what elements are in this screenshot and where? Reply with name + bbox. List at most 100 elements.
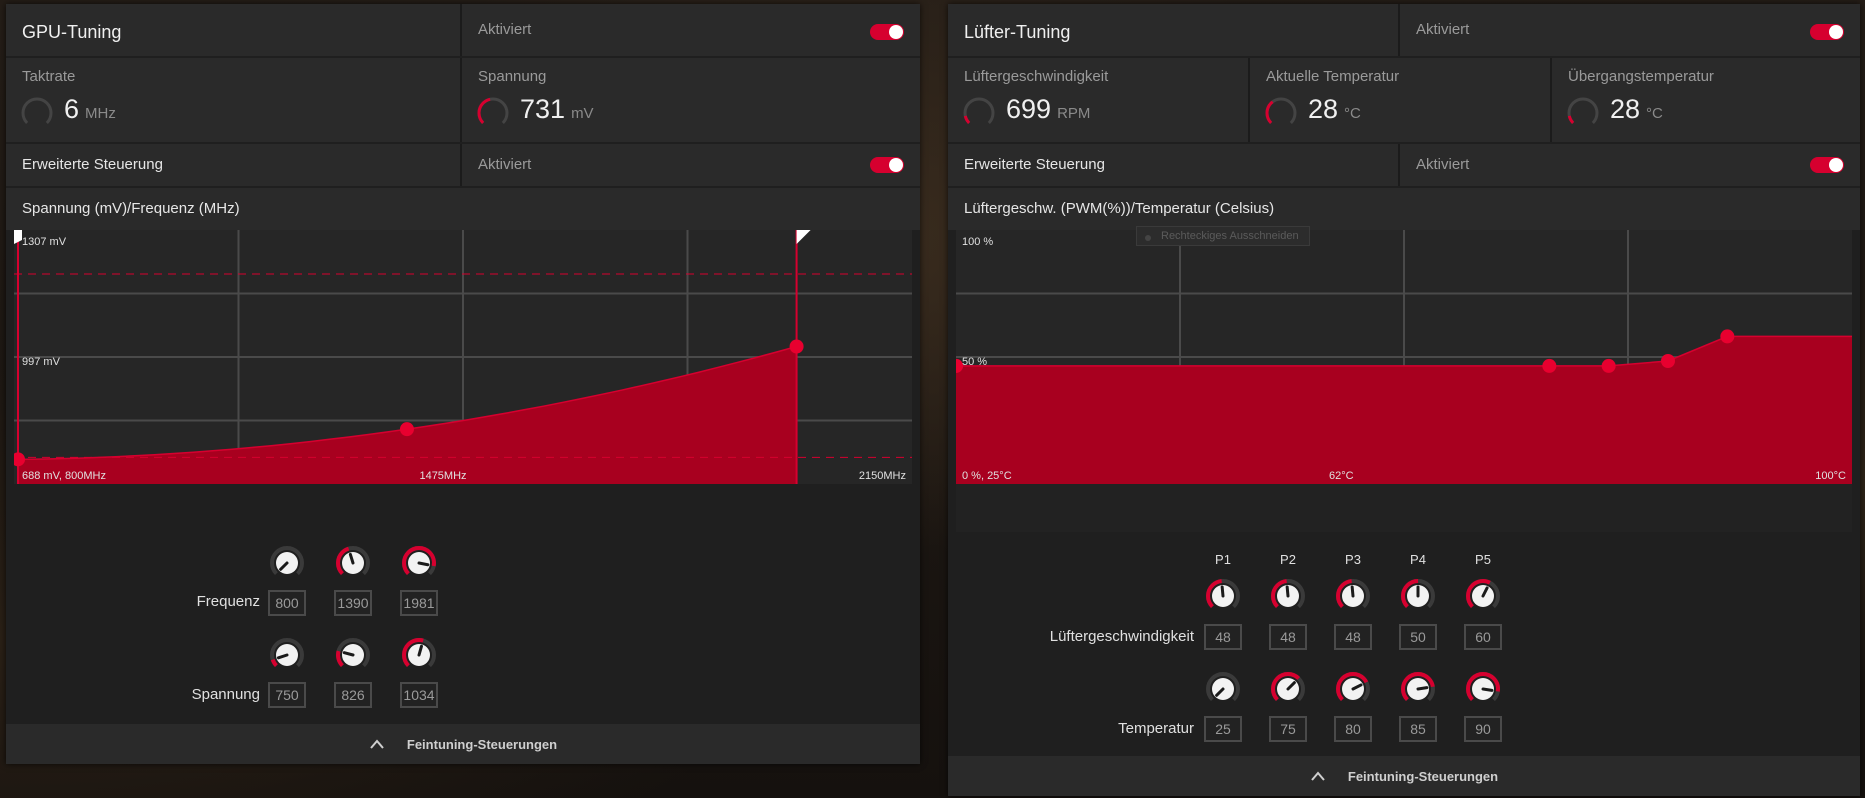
fan-chart-title: Lüftergeschw. (PWM(%))/Temperatur (Celsi… (964, 200, 1275, 217)
voltage-knob[interactable] (334, 636, 372, 674)
fan-speed-value-input[interactable]: 48 (1204, 624, 1242, 650)
current-temp-metric: Aktuelle Temperatur 28 °C (1250, 58, 1552, 142)
frequency-knob[interactable] (400, 544, 438, 582)
voltage-frequency-chart-svg[interactable]: 1307 mV 997 mV 688 mV, 800MHz 1475MHz 2150MH… (14, 230, 912, 532)
curve-point (399, 422, 414, 437)
fan-chart-title-bar: Lüftergeschw. (PWM(%))/Temperatur (Celsi… (948, 188, 1860, 230)
fan-fine-tuning-toggle[interactable]: Feintuning-Steuerungen (948, 756, 1860, 796)
fan-speed-gauge-icon (963, 97, 995, 129)
temperature-knob[interactable] (1334, 670, 1372, 708)
x-tick-label-start: 688 mV, 800MHz (22, 470, 106, 482)
x-tick-label-mid: 62°C (1329, 470, 1354, 482)
fan-speed-knob[interactable] (1204, 577, 1242, 615)
y-tick-label-mid: 997 mV (22, 356, 61, 368)
frequency-knob[interactable] (334, 544, 372, 582)
point-label: P2 (1280, 552, 1296, 567)
gpu-advanced-status-cell: Aktiviert (462, 144, 920, 186)
frequency-knob[interactable] (268, 544, 306, 582)
x-tick-label-end: 2150MHz (859, 470, 906, 482)
fan-tuning-status: Aktiviert (1416, 21, 1470, 38)
temperature-row-label: Temperatur (1118, 720, 1194, 737)
x-tick-label-mid: 1475MHz (419, 470, 466, 482)
voltage-knob[interactable] (268, 636, 306, 674)
temperature-value-input[interactable]: 90 (1464, 716, 1502, 742)
fan-speed-value-input[interactable]: 48 (1269, 624, 1307, 650)
point-label: P3 (1345, 552, 1361, 567)
voltage-value-input[interactable]: 826 (334, 682, 372, 708)
voltage-value-input[interactable]: 1034 (400, 682, 438, 708)
frequency-row-label: Frequenz (196, 593, 260, 610)
fan-advanced-control: Erweiterte Steuerung (948, 144, 1400, 186)
frequency-value-input[interactable]: 1981 (400, 590, 438, 616)
rect-snip-tooltip: Rechteckiges Ausschneiden (1136, 226, 1310, 246)
junction-temp-value: 28 °C (1610, 94, 1663, 124)
temperature-value-input[interactable]: 80 (1334, 716, 1372, 742)
y-tick-label-mid: 50 % (962, 356, 987, 368)
fan-speed-knob[interactable] (1269, 577, 1307, 615)
fan-advanced-toggle[interactable] (1810, 157, 1844, 173)
frequency-value-input[interactable]: 1390 (334, 590, 372, 616)
curve-point (1720, 329, 1735, 344)
fan-speed-value: 699 RPM (1006, 94, 1091, 124)
x-tick-label-start: 0 %, 25°C (962, 470, 1012, 482)
fan-tuning-panel: Lüfter-Tuning Aktiviert Lüftergeschwindi… (948, 4, 1860, 796)
temperature-knob[interactable] (1399, 670, 1437, 708)
voltage-knob[interactable] (400, 636, 438, 674)
gpu-chart-title-bar: Spannung (mV)/Frequenz (MHz) (6, 188, 920, 230)
clock-value: 6 MHz (64, 94, 116, 124)
temperature-knob[interactable] (1464, 670, 1502, 708)
temperature-value-input[interactable]: 85 (1399, 716, 1437, 742)
y-tick-label-top: 100 % (962, 236, 993, 248)
gpu-fine-tuning-label: Feintuning-Steuerungen (406, 736, 558, 752)
voltage-gauge-icon (477, 97, 509, 129)
gpu-advanced-toggle[interactable] (870, 157, 904, 173)
fan-advanced-status: Aktiviert (1416, 156, 1470, 173)
gpu-fine-tuning-toggle[interactable]: Feintuning-Steuerungen (6, 724, 920, 764)
gpu-tuning-toggle[interactable] (870, 24, 904, 40)
clock-label: Taktrate (22, 68, 76, 85)
frequency-value-input[interactable]: 800 (268, 590, 306, 616)
curve-point (1601, 358, 1616, 373)
temperature-value-input[interactable]: 25 (1204, 716, 1242, 742)
fan-speed-metric: Lüftergeschwindigkeit 699 RPM (948, 58, 1250, 142)
junction-temp-metric: Übergangstemperatur 28 °C (1552, 58, 1860, 142)
temperature-knob[interactable] (1269, 670, 1307, 708)
gpu-advanced-status: Aktiviert (478, 156, 532, 173)
fan-fine-tuning-label: Feintuning-Steuerungen (1347, 768, 1499, 784)
fan-tuning-header: Lüfter-Tuning (948, 4, 1400, 56)
temperature-knob[interactable] (1204, 670, 1242, 708)
voltage-value-input[interactable]: 750 (268, 682, 306, 708)
fan-speed-value-input[interactable]: 50 (1399, 624, 1437, 650)
voltage-value: 731 mV (520, 94, 594, 124)
gpu-tuning-status: Aktiviert (478, 21, 532, 38)
gpu-advanced-control: Erweiterte Steuerung (6, 144, 462, 186)
x-tick-label-end: 100°C (1815, 470, 1846, 482)
fan-speed-knob[interactable] (1399, 577, 1437, 615)
clock-gauge-icon (21, 97, 53, 129)
gpu-tuning-panel: GPU-Tuning Aktiviert Taktrate 6 MHz Spann… (6, 4, 920, 764)
voltage-frequency-chart[interactable]: 1307 mV 997 mV 688 mV, 800MHz 1475MHz 2150MH… (14, 230, 912, 532)
fan-advanced-label: Erweiterte Steuerung (964, 156, 1105, 173)
fan-speed-knob[interactable] (1334, 577, 1372, 615)
temperature-value-input[interactable]: 75 (1269, 716, 1307, 742)
curve-point (1661, 354, 1675, 368)
point-label: P1 (1215, 552, 1231, 567)
clock-metric: Taktrate 6 MHz (6, 58, 462, 142)
fan-speed-value-input[interactable]: 48 (1334, 624, 1372, 650)
fan-speed-knob[interactable] (1464, 577, 1502, 615)
junction-temp-label: Übergangstemperatur (1568, 68, 1714, 85)
chart-bottom-pad (14, 484, 912, 532)
fan-temperature-chart-svg[interactable]: 100 % 50 % 0 %, 25°C 62°C 100°C (956, 230, 1852, 532)
fan-tuning-title: Lüfter-Tuning (964, 22, 1071, 42)
gpu-tuning-title: GPU-Tuning (22, 22, 122, 42)
fan-speed-value-input[interactable]: 60 (1464, 624, 1502, 650)
fan-tuning-status-cell: Aktiviert (1400, 4, 1860, 56)
current-temp-gauge-icon (1265, 97, 1297, 129)
fan-temperature-chart[interactable]: 100 % 50 % 0 %, 25°C 62°C 100°C (956, 230, 1852, 532)
point-label: P5 (1475, 552, 1491, 567)
fan-tuning-toggle[interactable] (1810, 24, 1844, 40)
voltage-metric: Spannung 731 mV (462, 58, 920, 142)
junction-temp-gauge-icon (1567, 97, 1599, 129)
chevron-up-icon (370, 739, 384, 749)
voltage-label: Spannung (478, 68, 547, 85)
